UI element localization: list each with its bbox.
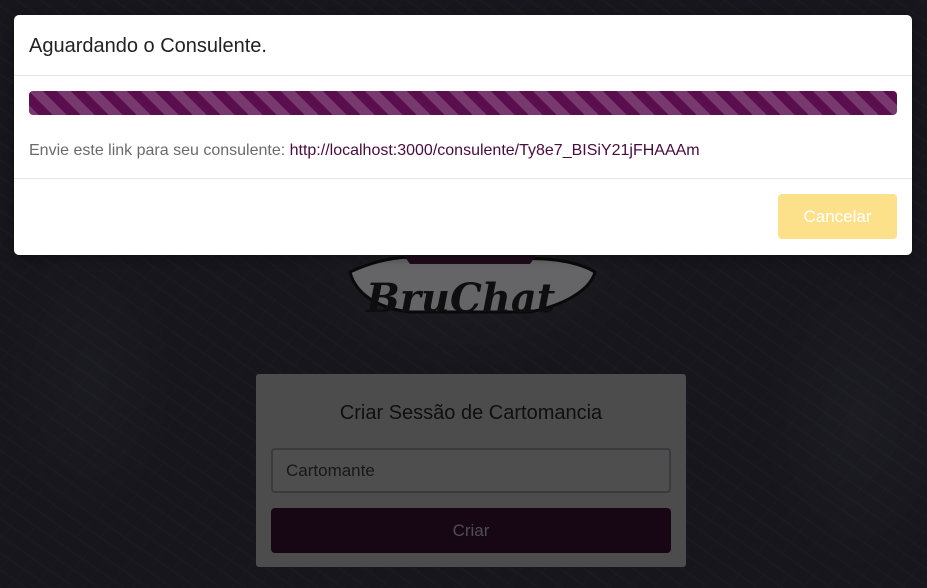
- invite-link[interactable]: http://localhost:3000/consulente/Ty8e7_B…: [290, 142, 700, 159]
- modal-footer: Cancelar: [14, 179, 912, 254]
- cancel-button[interactable]: Cancelar: [778, 194, 897, 239]
- waiting-progress: [29, 91, 897, 115]
- modal-header: Aguardando o Consulente.: [14, 15, 912, 76]
- waiting-modal: Aguardando o Consulente. Envie este link…: [14, 15, 912, 255]
- progress-bar-fill: [29, 91, 897, 115]
- modal-body: Envie este link para seu consulente: htt…: [14, 76, 912, 179]
- modal-title: Aguardando o Consulente.: [29, 35, 267, 57]
- invite-link-line: Envie este link para seu consulente: htt…: [29, 141, 897, 161]
- invite-link-label: Envie este link para seu consulente:: [29, 142, 290, 159]
